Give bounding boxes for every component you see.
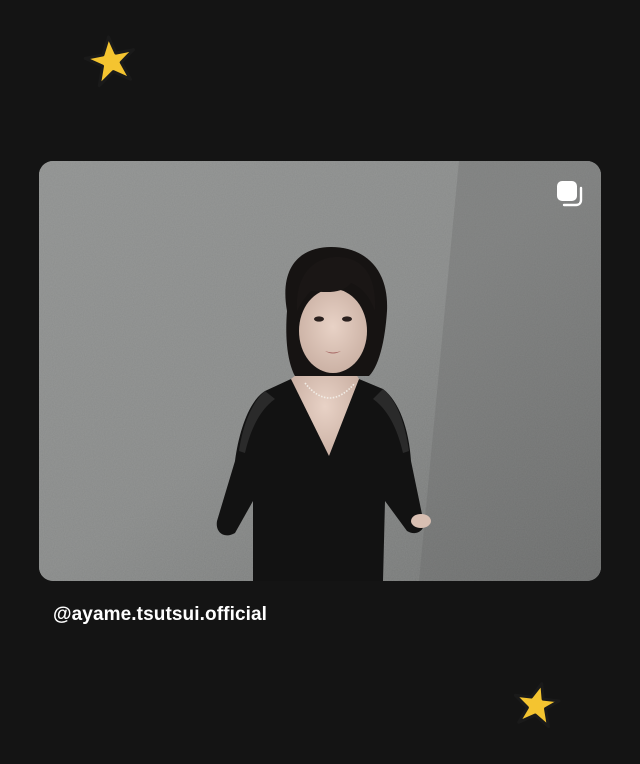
post-photo[interactable]	[39, 161, 601, 581]
photo-image	[39, 161, 601, 581]
stacked-squares-icon	[557, 181, 583, 207]
instagram-story-share: @ayame.tsutsui.official	[0, 0, 640, 764]
username-handle[interactable]: @ayame.tsutsui.official	[53, 604, 267, 626]
star-icon	[513, 682, 561, 728]
star-icon	[83, 35, 136, 88]
